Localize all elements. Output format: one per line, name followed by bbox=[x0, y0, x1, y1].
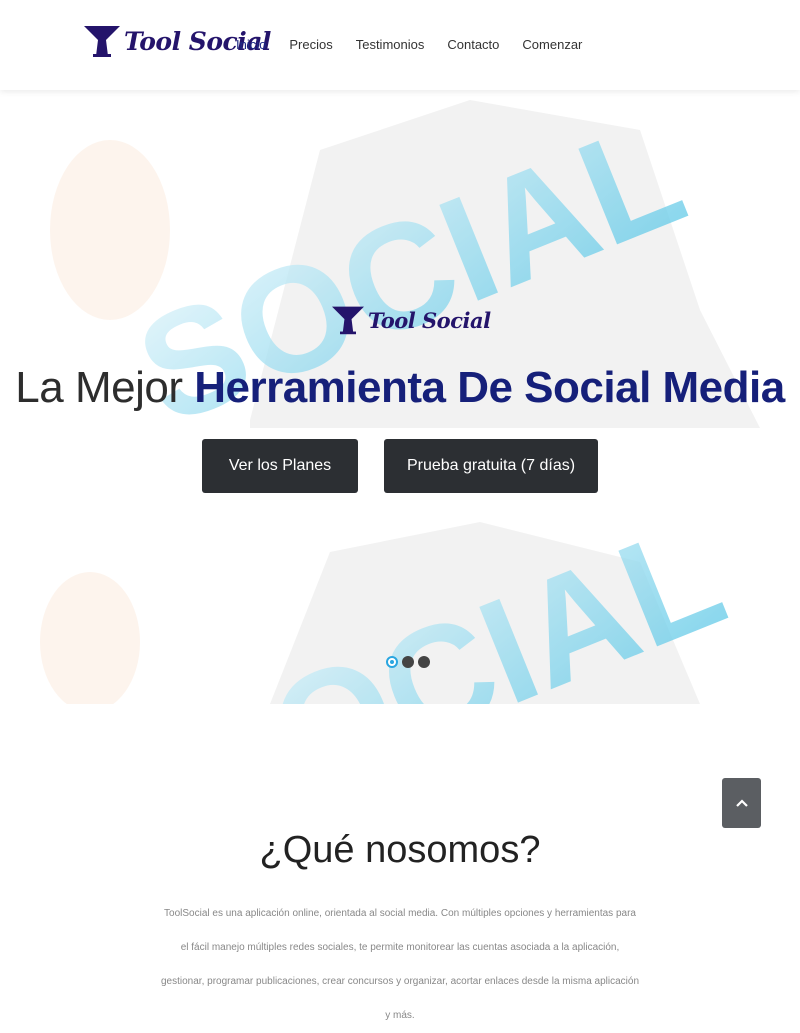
hero-background-image-next: SOCIAL bbox=[40, 522, 745, 704]
scroll-to-top-button[interactable] bbox=[722, 778, 761, 828]
site-header: Tool Social Inicio Precios Testimonios C… bbox=[0, 0, 800, 90]
nav-item-comenzar[interactable]: Comenzar bbox=[522, 37, 582, 53]
nav-item-precios[interactable]: Precios bbox=[289, 37, 332, 53]
nav-item-contacto[interactable]: Contacto bbox=[447, 37, 499, 53]
hero-title: La Mejor Herramienta De Social Media bbox=[0, 360, 800, 416]
nav-item-testimonios[interactable]: Testimonios bbox=[356, 37, 425, 53]
hero-logo: Tool Social bbox=[332, 304, 491, 336]
main-nav: Inicio Precios Testimonios Contacto Come… bbox=[236, 37, 605, 53]
hero-logo-icon bbox=[332, 306, 364, 335]
slider-dot-2[interactable] bbox=[402, 656, 414, 668]
hero-title-light: La Mejor bbox=[15, 363, 183, 412]
slider-pagination bbox=[386, 656, 434, 668]
slider-dot-3[interactable] bbox=[418, 656, 430, 668]
brand-logo-icon bbox=[84, 26, 120, 57]
free-trial-button[interactable]: Prueba gratuita (7 días) bbox=[384, 439, 598, 493]
slider-dot-1[interactable] bbox=[386, 656, 398, 668]
hero-slider: SOCIAL SOCIAL Tool Social La Mejor Herra… bbox=[0, 90, 800, 704]
about-paragraph: ToolSocial es una aplicación online, ori… bbox=[160, 908, 640, 1021]
nav-item-inicio[interactable]: Inicio bbox=[236, 37, 266, 53]
hero-logo-text: Tool Social bbox=[368, 307, 491, 333]
chevron-up-icon bbox=[735, 799, 748, 807]
about-title: ¿Qué nosomos? bbox=[259, 829, 541, 871]
hero-title-strong: Herramienta De Social Media bbox=[194, 363, 785, 412]
view-plans-button[interactable]: Ver los Planes bbox=[202, 439, 358, 493]
